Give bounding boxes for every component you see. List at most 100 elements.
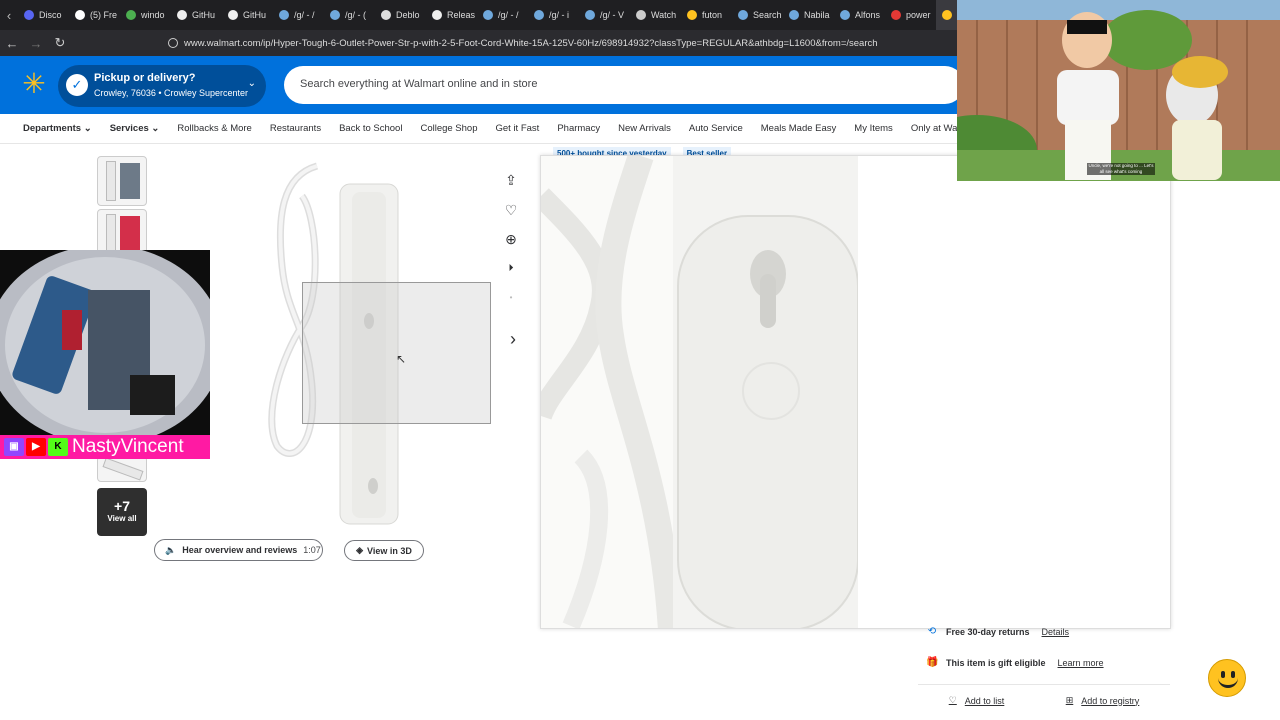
nav-item-label: Auto Service	[688, 123, 743, 134]
nav-item[interactable]: Meals Made Easy	[752, 123, 846, 134]
cartoon-video-frame	[957, 0, 1280, 181]
gift-learn-more-link[interactable]: Learn more	[1058, 658, 1104, 668]
tab-label: Watch	[651, 10, 677, 20]
nav-item[interactable]: Get it Fast	[487, 123, 549, 134]
nav-item[interactable]: College Shop	[411, 123, 486, 134]
nav-item[interactable]: Departments ⌄	[14, 123, 101, 134]
tab-label: GitHu	[243, 10, 267, 20]
browser-tab[interactable]: Deblo	[375, 0, 426, 30]
nav-item[interactable]: My Items	[845, 123, 902, 134]
tab-label: /g/ - V	[600, 10, 625, 20]
nav-item-label: Pharmacy	[557, 123, 601, 134]
zoom-preview-panel	[540, 155, 1171, 629]
browser-tab[interactable]: /g/ - (	[324, 0, 375, 30]
nav-item-label: My Items	[854, 123, 893, 134]
browser-tab[interactable]: Nabila	[783, 0, 834, 30]
nav-item-label: Meals Made Easy	[760, 123, 837, 134]
walmart-favicon-icon	[942, 10, 952, 20]
nav-item-label: College Shop	[420, 123, 478, 134]
speaker-icon: 🔈	[165, 544, 177, 555]
browser-tab[interactable]: futon	[681, 0, 732, 30]
tab-favicon-icon	[126, 10, 136, 20]
hear-overview-duration: 1:07	[303, 545, 321, 555]
tab-favicon-icon	[177, 10, 187, 20]
view-in-3d-button[interactable]: ◈ View in 3D	[344, 540, 424, 561]
view-all-count: +7	[114, 498, 130, 514]
feedback-smiley-icon[interactable]	[1208, 659, 1246, 697]
pickup-delivery-button[interactable]: ✓ Pickup or delivery? Crowley, 76036 • C…	[58, 65, 266, 107]
tab-favicon-icon	[534, 10, 544, 20]
view-all-thumbnails-button[interactable]: +7 View all	[97, 488, 147, 536]
browser-tab[interactable]: power	[885, 0, 936, 30]
tab-label: /g/ - /	[294, 10, 315, 20]
zoomed-product-image	[541, 156, 1170, 628]
share-icon[interactable]: ⇪	[500, 169, 522, 191]
browser-tab[interactable]: /g/ - /	[477, 0, 528, 30]
forward-icon[interactable]: →	[24, 36, 48, 51]
nav-item[interactable]: Auto Service	[680, 123, 752, 134]
nav-item[interactable]: Services ⌄	[101, 123, 169, 134]
mouse-cursor-icon: ↖	[396, 352, 407, 366]
nav-item-label: Rollbacks & More	[177, 123, 252, 134]
kick-icon: K	[48, 438, 68, 456]
heart-icon: ♡	[948, 695, 957, 705]
browser-tab[interactable]: Alfons	[834, 0, 885, 30]
nav-item-label: Get it Fast	[495, 123, 540, 134]
tab-favicon-icon	[381, 10, 391, 20]
back-icon[interactable]: ←	[0, 36, 24, 51]
browser-tab[interactable]: /g/ - i	[528, 0, 579, 30]
url-field[interactable]: www.walmart.com/ip/Hyper-Tough-6-Outlet-…	[168, 38, 878, 49]
search-bar[interactable]: Search everything at Walmart online and …	[284, 66, 964, 104]
product-thumbnail[interactable]	[97, 156, 147, 206]
browser-tab[interactable]: Search	[732, 0, 783, 30]
browser-tab[interactable]: Disco	[18, 0, 69, 30]
tab-favicon-icon	[687, 10, 697, 20]
product-thumbnail[interactable]	[97, 456, 147, 482]
pickup-location: Crowley, 76036 • Crowley Supercenter	[94, 88, 249, 98]
browser-tab[interactable]: Watch	[630, 0, 681, 30]
add-to-registry-button[interactable]: ⊞ Add to registry	[1066, 695, 1140, 706]
tab-label: futon	[702, 10, 723, 20]
nav-item-label: Back to School	[339, 123, 403, 134]
browser-tab[interactable]: windo	[120, 0, 171, 30]
tab-favicon-icon	[483, 10, 493, 20]
favorite-heart-icon[interactable]: ♡	[500, 199, 522, 221]
tab-scroll-left-icon[interactable]: ‹	[0, 8, 18, 23]
nav-item[interactable]: Back to School	[330, 123, 411, 134]
cube-3d-icon: ◈	[356, 545, 364, 555]
nav-item-label: Restaurants	[269, 123, 322, 134]
site-info-icon[interactable]	[168, 38, 178, 48]
tab-favicon-icon	[228, 10, 238, 20]
browser-tab[interactable]: /g/ - V	[579, 0, 630, 30]
add-to-list-button[interactable]: ♡ Add to list	[949, 695, 1005, 706]
nav-item-label: Departments	[23, 123, 82, 134]
browser-tab[interactable]: GitHu	[222, 0, 273, 30]
next-image-chevron-icon[interactable]: ›	[502, 328, 524, 350]
gift-perk: 🎁 This item is gift eligible Learn more	[926, 657, 1104, 669]
gift-label: This item is gift eligible	[946, 658, 1046, 668]
returns-details-link[interactable]: Details	[1042, 627, 1070, 637]
chevron-down-icon: ⌄	[81, 123, 92, 134]
reload-icon[interactable]: ↻	[48, 35, 72, 51]
video-icon[interactable]: ⏵	[500, 258, 522, 280]
returns-icon: ⟲	[927, 626, 937, 637]
tab-label: Deblo	[396, 10, 420, 20]
tab-label: (5) Fre	[90, 10, 117, 20]
nav-item[interactable]: New Arrivals	[609, 123, 680, 134]
browser-tab[interactable]: (5) Fre	[69, 0, 120, 30]
returns-label: Free 30-day returns	[946, 627, 1030, 637]
search-input[interactable]: Search everything at Walmart online and …	[300, 78, 537, 90]
nav-item[interactable]: Rollbacks & More	[168, 123, 260, 134]
tab-label: /g/ - (	[345, 10, 367, 20]
browser-tab[interactable]: /g/ - /	[273, 0, 324, 30]
zoom-in-icon[interactable]: ⊕	[500, 228, 522, 250]
nav-item-label: Services	[109, 123, 149, 134]
tab-favicon-icon	[75, 10, 85, 20]
nav-item[interactable]: Restaurants	[261, 123, 330, 134]
browser-tab[interactable]: GitHu	[171, 0, 222, 30]
cart-icon: ✓	[66, 74, 88, 96]
browser-tab[interactable]: Releas	[426, 0, 477, 30]
nav-item[interactable]: Pharmacy	[548, 123, 609, 134]
hear-overview-button[interactable]: 🔈 Hear overview and reviews 1:07	[154, 539, 323, 561]
walmart-spark-logo-icon[interactable]: ✳	[20, 70, 48, 98]
